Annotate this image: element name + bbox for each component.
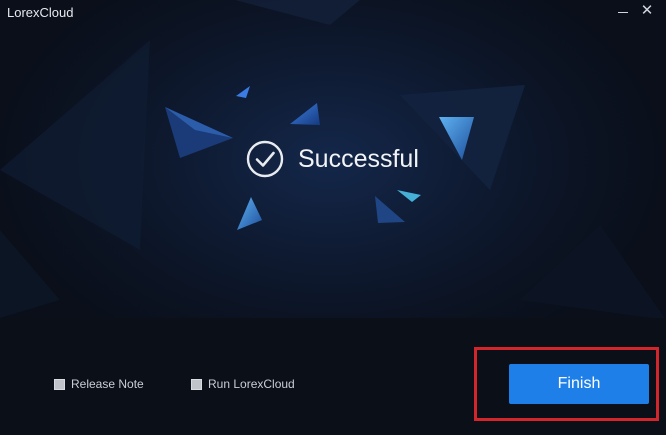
run-app-label: Run LorexCloud xyxy=(208,377,295,391)
release-note-label: Release Note xyxy=(71,377,144,391)
release-note-option[interactable]: Release Note xyxy=(54,377,144,391)
run-app-option[interactable]: Run LorexCloud xyxy=(191,377,295,391)
release-note-checkbox[interactable] xyxy=(54,378,65,390)
close-icon: ✕ xyxy=(640,2,654,19)
check-circle-icon xyxy=(246,140,284,178)
finish-button[interactable]: Finish xyxy=(509,364,649,404)
minimize-icon xyxy=(618,12,628,13)
minimize-button[interactable] xyxy=(614,2,632,20)
window-title: LorexCloud xyxy=(7,5,74,20)
close-button[interactable]: ✕ xyxy=(638,2,656,20)
run-app-checkbox[interactable] xyxy=(191,378,202,390)
install-status: Successful xyxy=(246,138,419,180)
installer-window: LorexCloud ✕ Successful Release Note Run… xyxy=(0,0,666,435)
status-text: Successful xyxy=(298,144,419,173)
